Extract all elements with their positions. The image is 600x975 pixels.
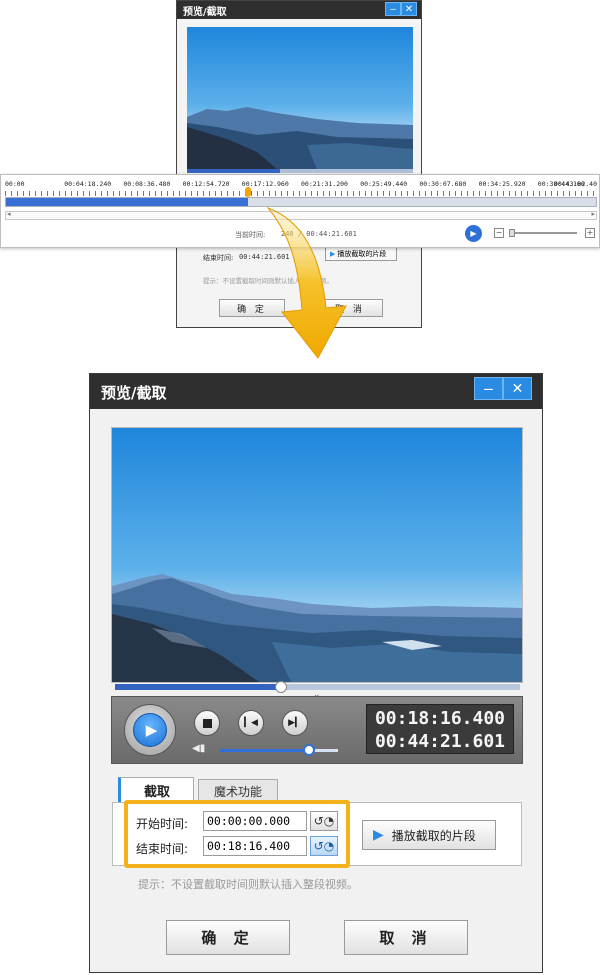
current-time-display: 00:18:16.400 (374, 708, 506, 729)
landscape-image (112, 574, 522, 682)
start-time-label: 开始时间: (136, 817, 189, 831)
timeline-playhead[interactable] (244, 187, 251, 197)
timeline-tick-label: 00:00 (5, 180, 25, 188)
main-titlebar: 预览/截取 ‒ ✕ (90, 374, 542, 409)
timeline-ruler (5, 191, 597, 196)
volume-slider[interactable] (220, 749, 338, 752)
start-time-input[interactable]: 00:00:00.000 (203, 811, 307, 831)
end-time-input[interactable]: 00:18:16.400 (203, 836, 307, 856)
previous-frame-icon: ▎◀ (244, 718, 258, 728)
small-window-title: 预览/截取 (183, 7, 227, 18)
main-preview-window: 预览/截取 ‒ ✕ ⌄ ▶ ▎◀ ▶▎ ◀▮ 00:18:16.400 00:4… (89, 373, 543, 973)
timeline-tick-label: 00:21:31.200 (301, 180, 348, 188)
window-title: 预览/截取 (101, 384, 167, 402)
next-frame-icon: ▶▎ (288, 718, 302, 728)
close-icon[interactable]: ✕ (503, 377, 532, 400)
total-time-display: 00:44:21.601 (374, 731, 506, 752)
small-progress-bar[interactable] (187, 169, 413, 173)
stop-button[interactable] (194, 710, 220, 736)
set-end-button[interactable]: ↺◔ (310, 836, 338, 856)
set-start-button[interactable]: ↺◔ (310, 811, 338, 831)
timeline-play-button[interactable]: ▶ (465, 225, 482, 242)
play-clip-button[interactable]: ▶ 播放截取的片段 (362, 820, 496, 850)
small-video-preview (187, 27, 413, 169)
play-clip-label: 播放截取的片段 (391, 828, 476, 843)
zoom-out-icon[interactable]: − (494, 228, 504, 238)
volume-icon[interactable]: ◀▮ (192, 743, 205, 754)
timeline-tick-label: 00:04:18.240 (64, 180, 112, 188)
volume-level (220, 749, 309, 752)
end-time-value: 00:18:16.400 (207, 839, 291, 853)
zoom-slider-knob[interactable] (509, 229, 515, 237)
scroll-left-icon[interactable]: ◂ (7, 210, 11, 218)
player-controls: ▶ ▎◀ ▶▎ ◀▮ 00:18:16.400 00:44:21.601 (111, 696, 523, 764)
small-landscape-image (187, 107, 413, 169)
timeline-played (6, 198, 248, 206)
set-time-icon: ↺◔ (313, 839, 335, 853)
play-icon: ▶ (133, 713, 167, 747)
video-progress-played (115, 684, 282, 690)
tab-clip-label: 截取 (143, 784, 170, 800)
minimize-icon[interactable]: ‒ (474, 377, 503, 400)
video-progress-knob[interactable] (275, 681, 288, 693)
play-clip-icon: ▶ (373, 827, 384, 843)
previous-frame-button[interactable]: ▎◀ (238, 710, 264, 736)
timeline-tick-label: 00:30:07.680 (419, 180, 467, 188)
timeline-tick-label: 00:08:36.480 (123, 180, 171, 188)
start-time-value: 00:00:00.000 (207, 814, 291, 828)
small-end-time-label: 结束时间: (203, 254, 234, 262)
play-button[interactable]: ▶ (124, 704, 176, 756)
small-minimize-icon[interactable]: ‒ (385, 2, 401, 16)
tab-clip[interactable]: 截取 (118, 777, 194, 802)
ok-button[interactable]: 确 定 (166, 920, 290, 955)
cancel-button[interactable]: 取 消 (344, 920, 468, 955)
tab-magic[interactable]: 魔术功能 (198, 779, 278, 802)
end-time-label: 结束时间: (136, 842, 189, 856)
zoom-slider[interactable] (509, 229, 577, 237)
video-preview (111, 427, 523, 683)
timeline-tick-label: 00:25:49.440 (360, 180, 408, 188)
tab-magic-label: 魔术功能 (213, 784, 262, 799)
scroll-right-icon[interactable]: ▸ (591, 210, 595, 218)
zoom-in-icon[interactable]: + (585, 228, 595, 238)
time-display: 00:18:16.400 00:44:21.601 (366, 704, 514, 754)
timeline-tick-label: 00:12:54.720 (182, 180, 230, 188)
hint-text: 提示：不设置截取时间则默认插入整段视频。 (138, 878, 358, 891)
timeline-tick-label: 00:34:25.920 (478, 180, 526, 188)
timeline-tick-label: 00:43:02.40 (553, 180, 597, 188)
small-close-icon[interactable]: ✕ (401, 2, 417, 16)
small-titlebar: 预览/截取 ‒ ✕ (177, 1, 421, 19)
arrow-icon (266, 206, 347, 359)
next-frame-button[interactable]: ▶▎ (282, 710, 308, 736)
stop-icon (202, 718, 212, 728)
set-time-icon: ↺◔ (313, 814, 335, 828)
volume-knob[interactable] (302, 744, 315, 756)
